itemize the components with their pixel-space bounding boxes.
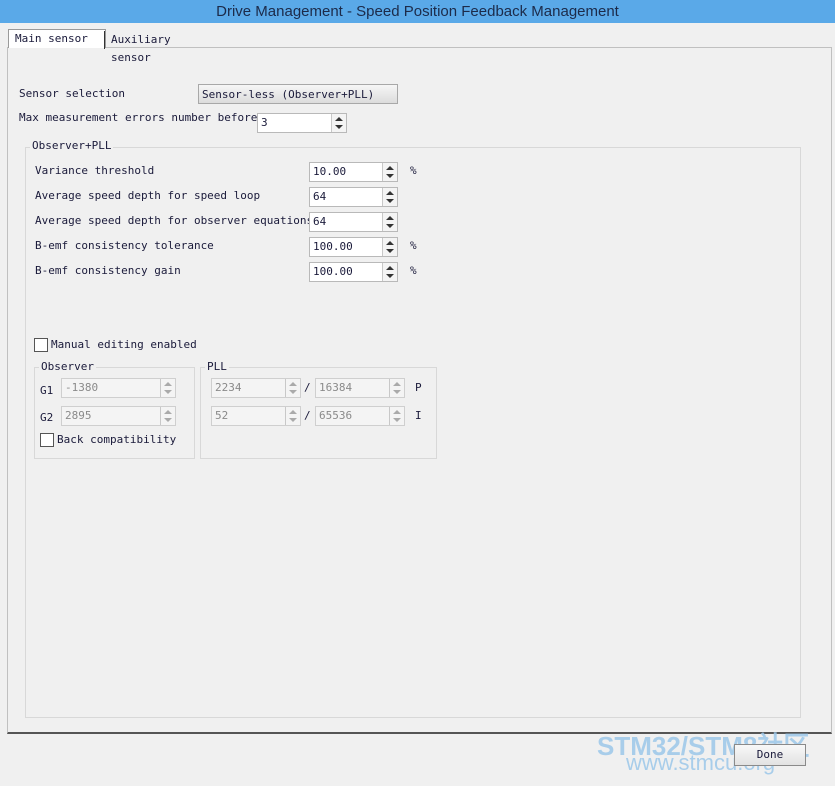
arrow-down-icon [386,274,394,278]
g2-label: G2 [40,411,54,424]
arrow-up-icon [164,410,172,414]
pll-i-separator: / [304,409,311,422]
pll-i-denominator-spinner[interactable]: 65536 [315,406,405,426]
manual-editing-checkbox[interactable] [34,338,48,352]
bemf-tolerance-value: 100.00 [313,240,353,253]
observer-equations-depth-value: 64 [313,215,327,228]
manual-editing-label: Manual editing enabled [51,338,197,351]
spinner-arrows[interactable] [382,213,397,231]
bemf-tolerance-label: B-emf consistency tolerance [35,239,214,252]
arrow-up-icon [289,410,297,414]
bemf-gain-unit: % [410,264,417,277]
bemf-tolerance-spinner[interactable]: 100.00 [309,237,398,257]
observer-equations-depth-label: Average speed depth for observer equatio… [35,214,314,227]
spinner-arrows[interactable] [389,379,404,397]
speed-loop-depth-spinner[interactable]: 64 [309,187,398,207]
tab-main-sensor[interactable]: Main sensor [8,29,106,48]
variance-threshold-label: Variance threshold [35,164,155,177]
spinner-arrows[interactable] [331,114,346,132]
speed-loop-depth-value: 64 [313,190,327,203]
pll-i-label: I [415,409,422,422]
arrow-down-icon [164,418,172,422]
window-title: Drive Management - Speed Position Feedba… [0,0,835,23]
arrow-up-icon [393,410,401,414]
pll-i-numerator-value: 52 [215,409,229,422]
observer-group-title: Observer [39,360,96,373]
arrow-up-icon [386,216,394,220]
spinner-arrows[interactable] [285,379,300,397]
arrow-down-icon [386,224,394,228]
g2-value: 2895 [65,409,92,422]
variance-threshold-spinner[interactable]: 10.00 [309,162,398,182]
pll-i-numerator-spinner[interactable]: 52 [211,406,301,426]
back-compatibility-checkbox[interactable] [40,433,54,447]
max-errors-label: Max measurement errors number before [19,111,258,124]
spinner-arrows[interactable] [160,407,175,425]
g1-value: -1380 [65,381,99,394]
spinner-arrows[interactable] [382,163,397,181]
observer-equations-depth-spinner[interactable]: 64 [309,212,398,232]
arrow-down-icon [335,125,343,129]
arrow-up-icon [386,191,394,195]
spinner-arrows[interactable] [382,188,397,206]
arrow-up-icon [393,382,401,386]
arrow-down-icon [393,418,401,422]
arrow-down-icon [289,418,297,422]
sensor-selection-label: Sensor selection [19,87,125,100]
arrow-down-icon [386,174,394,178]
arrow-down-icon [393,390,401,394]
pll-p-separator: / [304,381,311,394]
bemf-tolerance-unit: % [410,239,417,252]
pll-p-denominator-spinner[interactable]: 16384 [315,378,405,398]
arrow-up-icon [289,382,297,386]
bemf-gain-value: 100.00 [313,265,353,278]
spinner-arrows[interactable] [382,238,397,256]
spinner-arrows[interactable] [389,407,404,425]
bemf-gain-spinner[interactable]: 100.00 [309,262,398,282]
spinner-arrows[interactable] [382,263,397,281]
variance-threshold-value: 10.00 [313,165,347,178]
arrow-down-icon [386,199,394,203]
spinner-arrows[interactable] [285,407,300,425]
arrow-down-icon [164,390,172,394]
max-errors-value: 3 [261,116,268,129]
arrow-up-icon [386,166,394,170]
done-button[interactable]: Done [734,744,806,766]
observer-pll-group-title: Observer+PLL [30,139,114,152]
arrow-up-icon [164,382,172,386]
variance-threshold-unit: % [410,164,417,177]
pll-p-numerator-value: 2234 [215,381,242,394]
spinner-arrows[interactable] [160,379,175,397]
pll-group-title: PLL [205,360,229,373]
pll-p-label: P [415,381,422,394]
max-errors-spinner[interactable]: 3 [257,113,347,133]
sensor-selection-dropdown[interactable]: Sensor-less (Observer+PLL) [198,84,398,104]
sensor-selection-value: Sensor-less (Observer+PLL) [202,88,375,101]
arrow-up-icon [335,117,343,121]
pll-i-denominator-value: 65536 [319,409,353,422]
pll-p-numerator-spinner[interactable]: 2234 [211,378,301,398]
arrow-up-icon [386,241,394,245]
tab-auxiliary-sensor[interactable]: Auxiliary sensor [104,31,217,64]
arrow-down-icon [386,249,394,253]
g1-spinner[interactable]: -1380 [61,378,176,398]
g2-spinner[interactable]: 2895 [61,406,176,426]
pll-p-denominator-value: 16384 [319,381,353,394]
arrow-up-icon [386,266,394,270]
g1-label: G1 [40,384,54,397]
arrow-down-icon [289,390,297,394]
speed-loop-depth-label: Average speed depth for speed loop [35,189,261,202]
bemf-gain-label: B-emf consistency gain [35,264,181,277]
back-compatibility-label: Back compatibility [57,433,177,446]
